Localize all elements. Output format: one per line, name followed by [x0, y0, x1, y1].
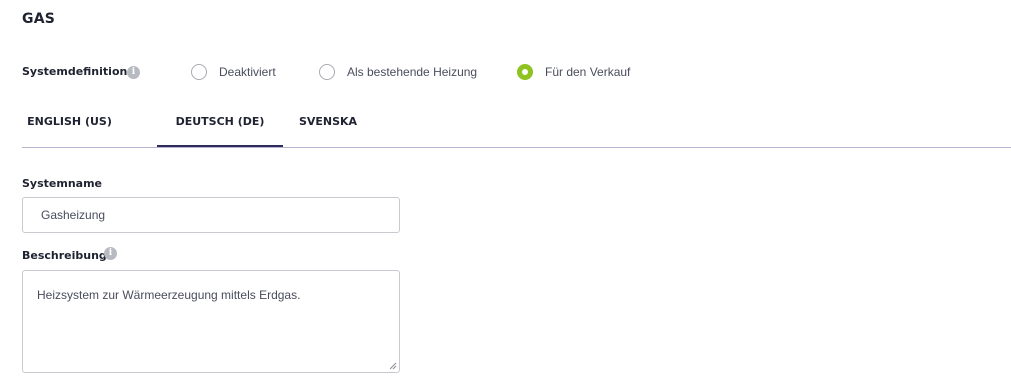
- info-icon[interactable]: i: [104, 247, 117, 260]
- description-textarea[interactable]: Heizsystem zur Wärmeerzeugung mittels Er…: [22, 270, 400, 373]
- radio-label: Für den Verkauf: [545, 65, 631, 79]
- resize-handle-icon[interactable]: [389, 362, 397, 370]
- radio-button-unchecked[interactable]: [191, 64, 207, 80]
- radio-deaktiviert[interactable]: Deaktiviert: [191, 63, 276, 81]
- system-name-input[interactable]: Gasheizung: [22, 197, 400, 233]
- radio-fuer-den-verkauf[interactable]: Für den Verkauf: [517, 63, 630, 81]
- tab-deutsch-de[interactable]: DEUTSCH (DE): [157, 102, 283, 147]
- tab-english-us[interactable]: ENGLISH (US): [22, 102, 117, 147]
- description-text: Heizsystem zur Wärmeerzeugung mittels Er…: [37, 288, 301, 302]
- language-tabs: ENGLISH (US) DEUTSCH (DE) SVENSKA: [22, 102, 1011, 148]
- radio-label: Deaktiviert: [219, 65, 276, 79]
- system-name-label: Systemname: [22, 177, 102, 190]
- radio-als-bestehende-heizung[interactable]: Als bestehende Heizung: [319, 63, 477, 81]
- info-icon[interactable]: i: [127, 66, 140, 79]
- description-label: Beschreibung: [22, 249, 107, 262]
- page-title: GAS: [22, 11, 56, 27]
- tab-svenska[interactable]: SVENSKA: [292, 102, 364, 147]
- system-definition-label: Systemdefinition:: [22, 65, 132, 78]
- radio-label: Als bestehende Heizung: [347, 65, 478, 79]
- radio-button-unchecked[interactable]: [319, 64, 335, 80]
- radio-button-checked[interactable]: [517, 64, 533, 80]
